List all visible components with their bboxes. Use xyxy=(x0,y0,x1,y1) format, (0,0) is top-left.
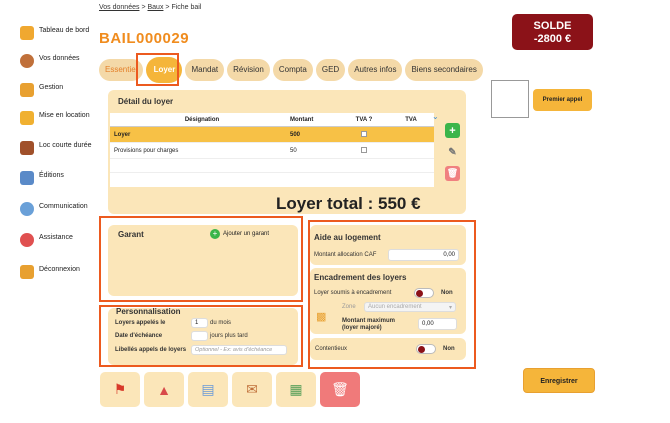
cell-montant: 500 xyxy=(290,131,301,138)
tab-revision[interactable]: Révision xyxy=(227,59,270,81)
loyers-appeles-input[interactable]: 1 xyxy=(191,318,208,328)
flag-chart-icon: ⚑ xyxy=(113,381,127,397)
support-icon xyxy=(20,233,34,247)
libelles-input[interactable]: Optionnel - Ex: avis d'échéance xyxy=(191,345,287,355)
solde-badge: SOLDE -2800 € xyxy=(512,14,593,50)
loyers-appeles-label: Loyers appelés le xyxy=(115,320,166,326)
lease-code: BAIL000029 xyxy=(99,30,190,47)
user-icon xyxy=(20,54,34,68)
cell-designation: Provisions pour charges xyxy=(114,147,179,154)
highlight-right-panels xyxy=(308,220,476,369)
add-garant-label: Ajouter un garant xyxy=(223,231,270,237)
document-icon xyxy=(20,171,34,185)
sidebar-item-label: Communication xyxy=(39,203,88,210)
sidebar-item-label: Déconnexion xyxy=(39,266,80,273)
cash-icon: ▦ xyxy=(289,381,303,397)
delete-icon[interactable]: 🗑 xyxy=(445,166,460,181)
tile-flag-chart[interactable]: ⚑ xyxy=(100,372,140,407)
echeance-suffix: jours plus tard xyxy=(210,333,248,339)
chat-icon xyxy=(20,202,34,216)
tile-cash[interactable]: ▦ xyxy=(276,372,316,407)
sidebar-item-label: Vos données xyxy=(39,55,80,62)
dashboard-icon xyxy=(20,26,34,40)
key-icon xyxy=(20,111,34,125)
cell-tva-checkbox[interactable] xyxy=(340,146,388,155)
sidebar: Tableau de bord Vos données Gestion Mise… xyxy=(0,0,100,423)
table-row[interactable]: Provisions pour charges 50 xyxy=(110,143,434,159)
loyers-suffix: du mois xyxy=(210,320,232,326)
sidebar-item-label: Assistance xyxy=(39,234,73,241)
solde-label: SOLDE xyxy=(533,20,572,32)
col-tva-q[interactable]: TVA ? xyxy=(340,117,388,123)
sidebar-item-editions[interactable]: Éditions xyxy=(20,171,100,185)
col-montant[interactable]: Montant xyxy=(290,117,340,123)
loyer-total: Loyer total : 550 € xyxy=(276,194,421,213)
breadcrumb-separator: > xyxy=(165,4,170,11)
premier-appel-button[interactable]: Premier appel xyxy=(533,89,592,111)
cell-montant: 50 xyxy=(290,147,297,154)
certificate-icon: ▤ xyxy=(201,381,215,397)
preview-box xyxy=(491,80,529,118)
echeance-input[interactable] xyxy=(191,331,208,341)
table-row[interactable]: Loyer 500 xyxy=(110,127,434,143)
tab-ged[interactable]: GED xyxy=(315,59,346,81)
col-designation[interactable]: Désignation xyxy=(110,117,290,123)
breadcrumb-current: Fiche bail xyxy=(171,4,202,11)
col-tva[interactable]: TVA xyxy=(388,117,434,123)
tab-biens-secondaires[interactable]: Biens secondaires xyxy=(405,59,483,81)
libelles-label: Libellés appels de loyers xyxy=(115,347,187,353)
sidebar-item-loc-courte[interactable]: Loc courte durée xyxy=(20,141,100,155)
rent-table: Désignation Montant TVA ? TVA Loyer 500 … xyxy=(110,113,434,187)
add-icon: + xyxy=(210,229,220,239)
building-icon xyxy=(20,83,34,97)
table-header: Désignation Montant TVA ? TVA xyxy=(110,113,434,127)
edit-icon[interactable]: ✎ xyxy=(445,145,460,160)
save-button[interactable]: Enregistrer xyxy=(523,368,595,393)
chevron-down-icon[interactable]: ⌄ xyxy=(432,112,439,121)
tile-certificate[interactable]: ▤ xyxy=(188,372,228,407)
highlight-tab-loyer xyxy=(136,53,179,86)
table-row xyxy=(110,173,434,187)
sidebar-item-dashboard[interactable]: Tableau de bord xyxy=(20,26,100,40)
sidebar-item-mise-en-location[interactable]: Mise en location xyxy=(20,111,100,125)
highlight-garant xyxy=(99,216,303,302)
sidebar-item-deconnexion[interactable]: Déconnexion xyxy=(20,265,100,279)
add-icon[interactable]: + xyxy=(445,123,460,138)
breadcrumb-link-vos-donnees[interactable]: Vos données xyxy=(99,4,139,11)
sidebar-item-label: Tableau de bord xyxy=(39,27,90,34)
tile-letter[interactable]: ✉ xyxy=(232,372,272,407)
add-garant-button[interactable]: + Ajouter un garant xyxy=(210,229,269,239)
solde-amount: -2800 € xyxy=(533,33,572,45)
suitcase-icon xyxy=(20,141,34,155)
tab-compta[interactable]: Compta xyxy=(272,59,313,81)
sidebar-item-label: Mise en location xyxy=(39,112,90,119)
breadcrumb-link-baux[interactable]: Baux xyxy=(147,4,163,11)
tab-mandat[interactable]: Mandat xyxy=(185,59,225,81)
detail-title: Détail du loyer xyxy=(118,97,174,106)
sidebar-item-vos-donnees[interactable]: Vos données xyxy=(20,54,100,68)
echeance-label: Date d'échéance xyxy=(115,333,163,339)
tile-rocket[interactable]: ▲ xyxy=(144,372,184,407)
perso-title: Personnalisation xyxy=(116,307,181,316)
trash-icon: 🗑 xyxy=(331,381,349,397)
rocket-icon: ▲ xyxy=(157,381,171,398)
table-row xyxy=(110,159,434,173)
cell-designation: Loyer xyxy=(114,131,131,138)
sidebar-item-gestion[interactable]: Gestion xyxy=(20,83,100,97)
letter-icon: ✉ xyxy=(246,381,258,397)
garant-title: Garant xyxy=(118,230,144,239)
sidebar-item-label: Gestion xyxy=(39,84,64,91)
sidebar-item-assistance[interactable]: Assistance xyxy=(20,233,100,247)
sidebar-item-label: Éditions xyxy=(39,172,64,179)
sidebar-item-label: Loc courte durée xyxy=(39,142,92,149)
logout-icon xyxy=(20,265,34,279)
tab-autres-infos[interactable]: Autres infos xyxy=(348,59,403,81)
tile-delete[interactable]: 🗑 xyxy=(320,372,360,407)
cell-tva-checkbox[interactable] xyxy=(340,130,388,139)
breadcrumb-separator: > xyxy=(141,4,146,11)
breadcrumb: Vos données > Baux > Fiche bail xyxy=(99,4,201,11)
sidebar-item-communication[interactable]: Communication xyxy=(20,202,100,216)
